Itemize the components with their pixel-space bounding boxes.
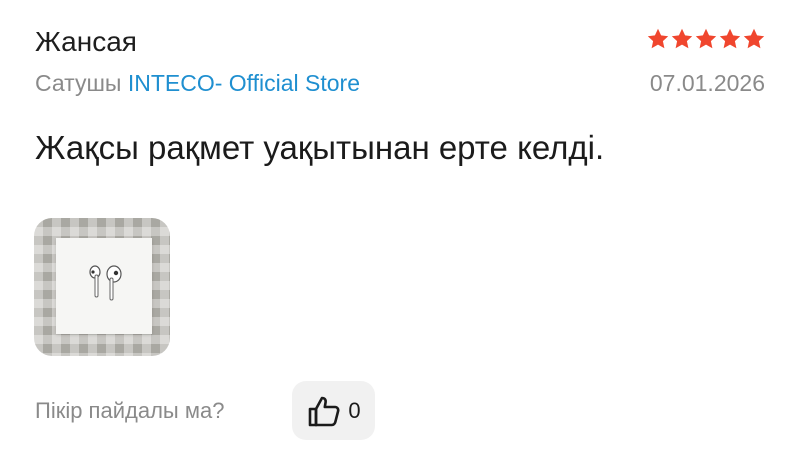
star-icon	[671, 28, 693, 49]
star-icon	[647, 28, 669, 49]
star-icon	[719, 28, 741, 49]
helpful-question: Пікір пайдалы ма?	[35, 398, 225, 423]
star-icon	[695, 28, 717, 49]
star-rating	[646, 26, 766, 52]
thumbs-up-icon	[309, 396, 340, 426]
seller-prefix: Сатушы	[35, 70, 122, 96]
review-text: Жақсы рақмет уақытынан ерте келді.	[35, 129, 605, 166]
review-date: 07.01.2026	[649, 70, 765, 96]
seller-link[interactable]: INTECO- Official Store	[128, 70, 360, 96]
earbuds-icon	[89, 265, 122, 301]
review-photo-thumbnail[interactable]	[34, 218, 170, 356]
reviewer-name: Жансая	[35, 26, 137, 57]
like-button[interactable]: 0	[292, 381, 375, 440]
star-icon	[743, 28, 765, 49]
earbuds-photo	[56, 238, 152, 334]
like-count: 0	[348, 397, 361, 423]
seller-line: Сатушы INTECO- Official Store	[35, 68, 360, 98]
